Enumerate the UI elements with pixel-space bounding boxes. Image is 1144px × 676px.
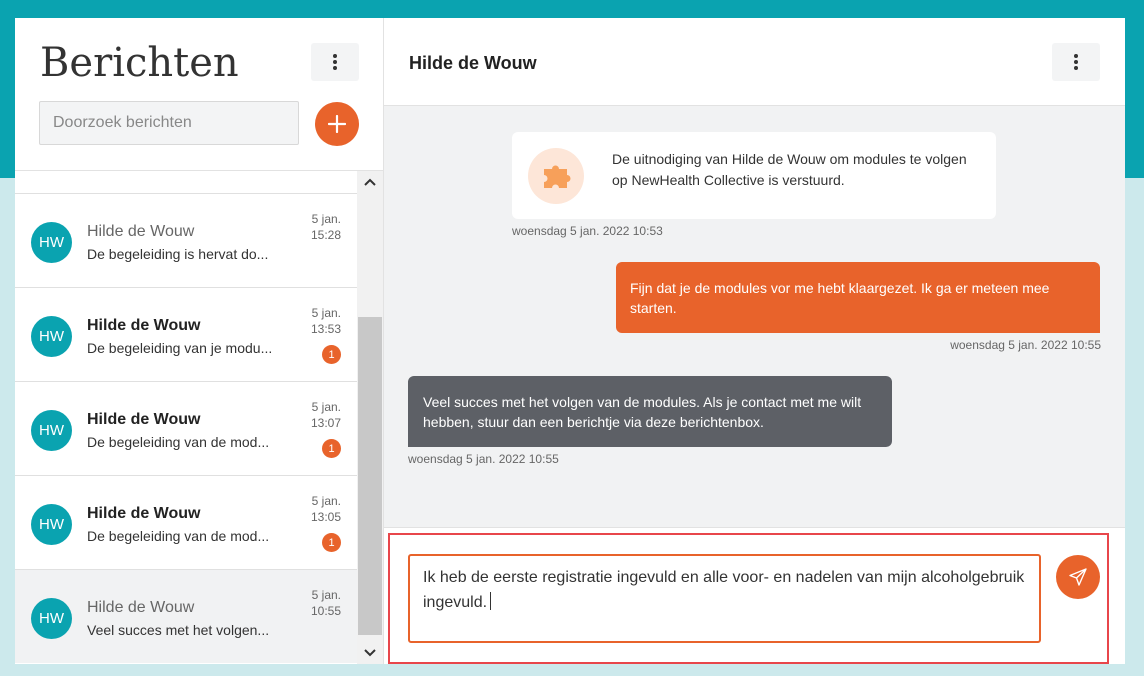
date-time: 13:07 xyxy=(310,416,341,430)
message-date: 5 jan. 13:53 xyxy=(311,305,341,337)
outgoing-message-timestamp: woensdag 5 jan. 2022 10:55 xyxy=(950,338,1101,352)
unread-badge: 1 xyxy=(322,439,341,458)
module-icon-badge xyxy=(528,148,584,204)
conversation-panel: Hilde de Wouw De uitnodiging van Hilde d… xyxy=(384,18,1125,664)
system-message-timestamp: woensdag 5 jan. 2022 10:53 xyxy=(512,224,663,238)
conversation-items: HW Hilde de Wouw De begeleiding is herva… xyxy=(15,193,357,663)
conversation-item-selected[interactable]: HW Hilde de Wouw Veel succes met het vol… xyxy=(15,569,357,663)
sender-name: Hilde de Wouw xyxy=(87,317,201,334)
conversation-item[interactable]: HW Hilde de Wouw De begeleiding is herva… xyxy=(15,193,357,287)
list-scrollbar[interactable] xyxy=(357,171,383,664)
avatar: HW xyxy=(31,504,72,545)
new-message-button[interactable] xyxy=(315,102,359,146)
message-input[interactable]: Ik heb de eerste registratie ingevuld en… xyxy=(408,554,1041,643)
date-time: 13:53 xyxy=(310,322,341,336)
list-header: Berichten xyxy=(15,18,383,170)
avatar: HW xyxy=(31,410,72,451)
message-preview: De begeleiding van de mod... xyxy=(87,528,270,544)
conversation-item[interactable]: HW Hilde de Wouw De begeleiding van de m… xyxy=(15,475,357,569)
message-preview: De begeleiding van de mod... xyxy=(87,434,270,450)
scroll-thumb[interactable] xyxy=(358,317,382,635)
scroll-down-button[interactable] xyxy=(357,642,383,664)
page-title: Berichten xyxy=(40,40,239,86)
message-input-value: Ik heb de eerste registratie ingevuld en… xyxy=(423,569,1025,611)
send-button[interactable] xyxy=(1056,555,1100,599)
date-time: 13:05 xyxy=(310,510,341,524)
sender-name: Hilde de Wouw xyxy=(87,599,195,616)
date-day: 5 jan. xyxy=(311,212,341,226)
incoming-message: Veel succes met het volgen van de module… xyxy=(408,376,892,447)
system-message-text: De uitnodiging van Hilde de Wouw om modu… xyxy=(612,151,967,188)
conversation-list-panel: Berichten HW Hilde de Wouw De begeleidin… xyxy=(15,18,384,664)
conversation-list[interactable]: HW Hilde de Wouw De begeleiding is herva… xyxy=(15,170,383,664)
conversation-menu-button[interactable] xyxy=(1052,43,1100,81)
message-date: 5 jan. 10:55 xyxy=(311,587,341,619)
search-input[interactable] xyxy=(39,101,299,145)
chevron-up-icon xyxy=(364,178,376,186)
text-caret xyxy=(490,592,492,610)
date-time: 10:55 xyxy=(310,604,341,618)
message-date: 5 jan. 13:07 xyxy=(311,399,341,431)
chevron-down-icon xyxy=(364,649,376,657)
message-preview: De begeleiding is hervat do... xyxy=(87,246,269,262)
message-date: 5 jan. 15:28 xyxy=(311,211,341,243)
more-vertical-icon xyxy=(333,54,337,70)
unread-badge: 1 xyxy=(322,533,341,552)
list-menu-button[interactable] xyxy=(311,43,359,81)
compose-area: Ik heb de eerste registratie ingevuld en… xyxy=(384,527,1125,664)
avatar: HW xyxy=(31,222,72,263)
incoming-message-timestamp: woensdag 5 jan. 2022 10:55 xyxy=(408,452,559,466)
date-day: 5 jan. xyxy=(311,400,341,414)
conversation-item[interactable]: HW Hilde de Wouw De begeleiding van je m… xyxy=(15,287,357,381)
outgoing-message: Fijn dat je de modules vor me hebt klaar… xyxy=(616,262,1100,333)
message-preview: Veel succes met het volgen... xyxy=(87,622,270,638)
scroll-up-button[interactable] xyxy=(357,171,383,193)
message-date: 5 jan. 13:05 xyxy=(311,493,341,525)
contact-name: Hilde de Wouw xyxy=(409,53,537,73)
plus-icon xyxy=(328,115,346,133)
messages-app: Berichten HW Hilde de Wouw De begeleidin… xyxy=(15,18,1125,664)
date-day: 5 jan. xyxy=(311,494,341,508)
message-thread: De uitnodiging van Hilde de Wouw om modu… xyxy=(384,106,1125,527)
system-message: De uitnodiging van Hilde de Wouw om modu… xyxy=(512,132,996,219)
avatar: HW xyxy=(31,598,72,639)
date-time: 15:28 xyxy=(310,228,341,242)
conversation-header: Hilde de Wouw xyxy=(384,18,1125,106)
conversation-item[interactable]: HW Hilde de Wouw De begeleiding van de m… xyxy=(15,381,357,475)
unread-badge: 1 xyxy=(322,345,341,364)
send-icon xyxy=(1069,568,1087,586)
date-day: 5 jan. xyxy=(311,306,341,320)
sender-name: Hilde de Wouw xyxy=(87,223,195,240)
sender-name: Hilde de Wouw xyxy=(87,411,201,428)
message-preview: De begeleiding van je modu... xyxy=(87,340,273,356)
date-day: 5 jan. xyxy=(311,588,341,602)
sender-name: Hilde de Wouw xyxy=(87,505,201,522)
avatar: HW xyxy=(31,316,72,357)
more-vertical-icon xyxy=(1074,54,1078,70)
puzzle-icon xyxy=(544,165,571,188)
